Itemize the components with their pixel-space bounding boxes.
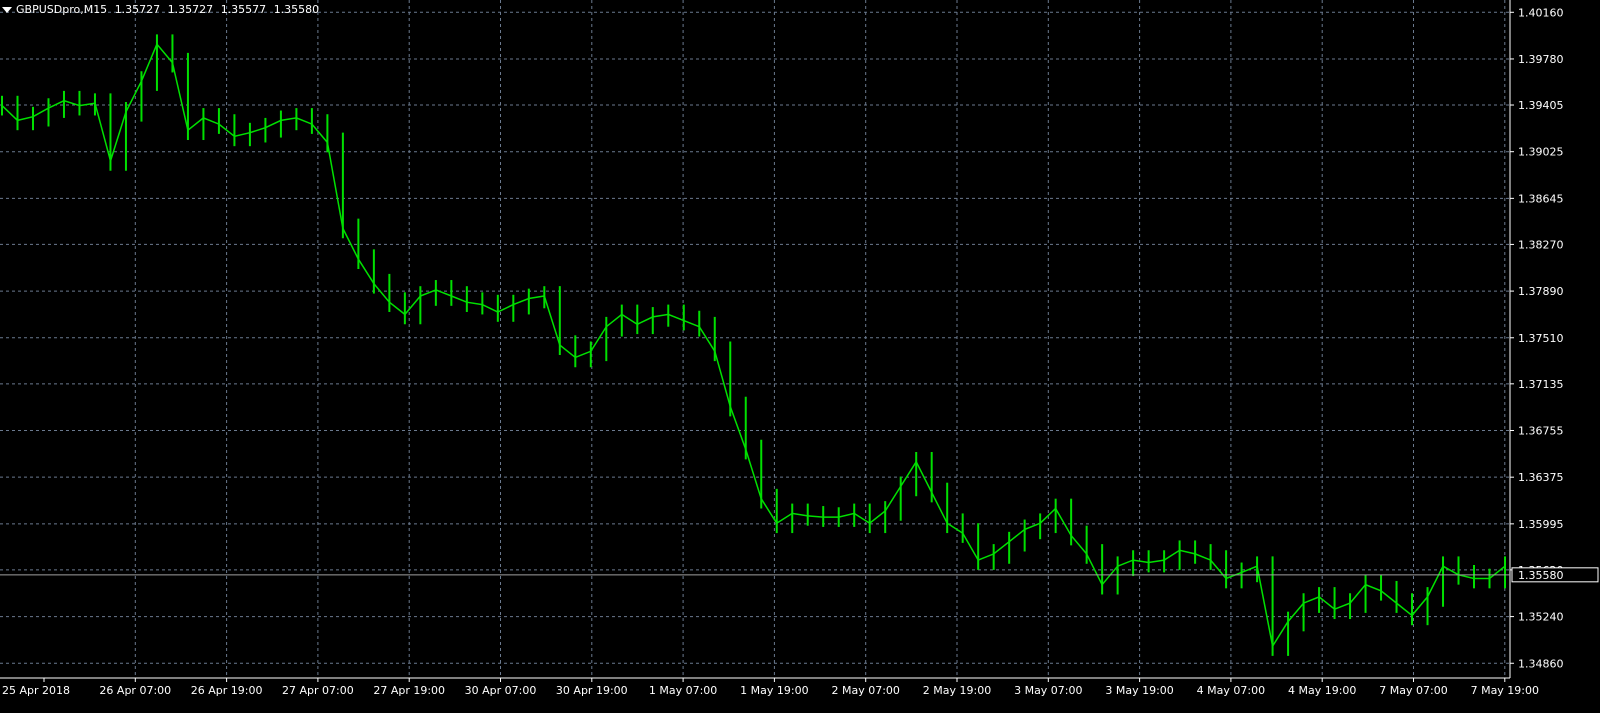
y-tick-label: 1.39025 xyxy=(1518,146,1564,159)
price-chart[interactable]: 1.40160 1.39780 1.39405 1.39025 1.38645 1.382… xyxy=(0,0,1600,713)
x-tick-label: 30 Apr 19:00 xyxy=(556,684,628,697)
x-tick-label: 26 Apr 19:00 xyxy=(191,684,263,697)
high-price: 1.35727 xyxy=(167,3,214,16)
x-tick-label: 2 May 19:00 xyxy=(923,684,991,697)
symbol-label: GBPUSDpro,M15 xyxy=(16,3,108,16)
y-tick-label: 1.35240 xyxy=(1518,611,1564,624)
y-tick-label: 1.37510 xyxy=(1518,332,1564,345)
y-tick-label: 1.37135 xyxy=(1518,378,1564,391)
y-tick-label: 1.39780 xyxy=(1518,53,1564,66)
x-tick-label: 26 Apr 07:00 xyxy=(99,684,171,697)
x-tick-label: 3 May 19:00 xyxy=(1105,684,1173,697)
y-tick-label: 1.34860 xyxy=(1518,657,1564,670)
close-price: 1.35580 xyxy=(273,3,320,16)
x-tick-label: 7 May 19:00 xyxy=(1471,684,1539,697)
x-tick-label: 4 May 19:00 xyxy=(1288,684,1356,697)
x-tick-label: 7 May 07:00 xyxy=(1379,684,1447,697)
chart-header: GBPUSDpro,M15 1.35727 1.35727 1.35577 1.… xyxy=(2,3,323,16)
x-tick-label: 1 May 07:00 xyxy=(649,684,717,697)
current-price-label: 1.35580 xyxy=(1518,569,1564,582)
y-tick-label: 1.35995 xyxy=(1518,518,1564,531)
low-price: 1.35577 xyxy=(220,3,267,16)
x-tick-label: 25 Apr 2018 xyxy=(2,684,70,697)
y-tick-label: 1.40160 xyxy=(1518,6,1564,19)
x-tick-label: 4 May 07:00 xyxy=(1197,684,1265,697)
grid xyxy=(0,0,1510,678)
x-tick-label: 3 May 07:00 xyxy=(1014,684,1082,697)
y-tick-label: 1.36375 xyxy=(1518,471,1564,484)
y-tick-label: 1.38645 xyxy=(1518,192,1564,205)
x-tick-label: 27 Apr 07:00 xyxy=(282,684,354,697)
x-tick-label: 2 May 07:00 xyxy=(831,684,899,697)
x-tick-label: 30 Apr 07:00 xyxy=(465,684,537,697)
open-price: 1.35727 xyxy=(114,3,161,16)
x-tick-label: 27 Apr 19:00 xyxy=(373,684,445,697)
y-tick-label: 1.39405 xyxy=(1518,99,1564,112)
x-tick-label: 1 May 19:00 xyxy=(740,684,808,697)
price-series xyxy=(1,34,1506,656)
dropdown-triangle-icon[interactable] xyxy=(2,7,12,13)
y-tick-label: 1.38270 xyxy=(1518,238,1564,251)
y-tick-label: 1.37890 xyxy=(1518,285,1564,298)
price-line xyxy=(1,42,1506,649)
y-tick-label: 1.36755 xyxy=(1518,425,1564,438)
